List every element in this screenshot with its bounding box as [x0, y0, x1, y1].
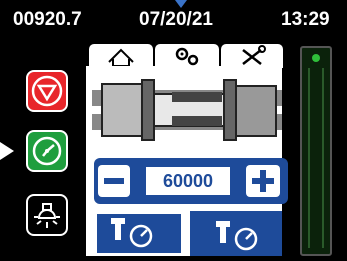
mode-button-2[interactable] [190, 211, 282, 256]
status-bar: 00920.7 07/20/21 13:29 [0, 0, 347, 40]
time-readout: 13:29 [281, 9, 330, 30]
tools-icon [242, 45, 266, 65]
stop-hexagon-icon [31, 75, 63, 107]
minus-button[interactable] [98, 165, 130, 197]
top-pointer-icon [175, 0, 187, 8]
sensor-gauge-icon [111, 218, 153, 248]
counter-readout: 00920.7 [13, 9, 82, 30]
tab-settings[interactable] [154, 43, 220, 68]
light-button[interactable] [26, 194, 68, 236]
lamp-icon [34, 203, 60, 228]
selection-arrow-icon [0, 142, 14, 160]
gauge-track [308, 68, 324, 248]
sensor-gauge-icon [216, 221, 258, 251]
home-icon [108, 48, 134, 67]
stopwatch-icon [32, 136, 62, 166]
gauge-indicator-icon [312, 54, 320, 62]
plus-button[interactable] [246, 165, 280, 197]
level-gauge [300, 46, 332, 256]
date-readout: 07/20/21 [139, 9, 213, 30]
machine-diagram [92, 72, 282, 154]
value-display[interactable]: 60000 [144, 165, 232, 197]
minus-icon [104, 178, 124, 184]
stop-button[interactable] [26, 70, 68, 112]
plus-icon [260, 170, 266, 192]
timer-button[interactable] [26, 130, 68, 172]
mode-button-1[interactable] [94, 211, 184, 256]
gears-icon [175, 47, 199, 66]
tab-home[interactable] [88, 43, 154, 68]
tab-tools[interactable] [220, 43, 284, 68]
